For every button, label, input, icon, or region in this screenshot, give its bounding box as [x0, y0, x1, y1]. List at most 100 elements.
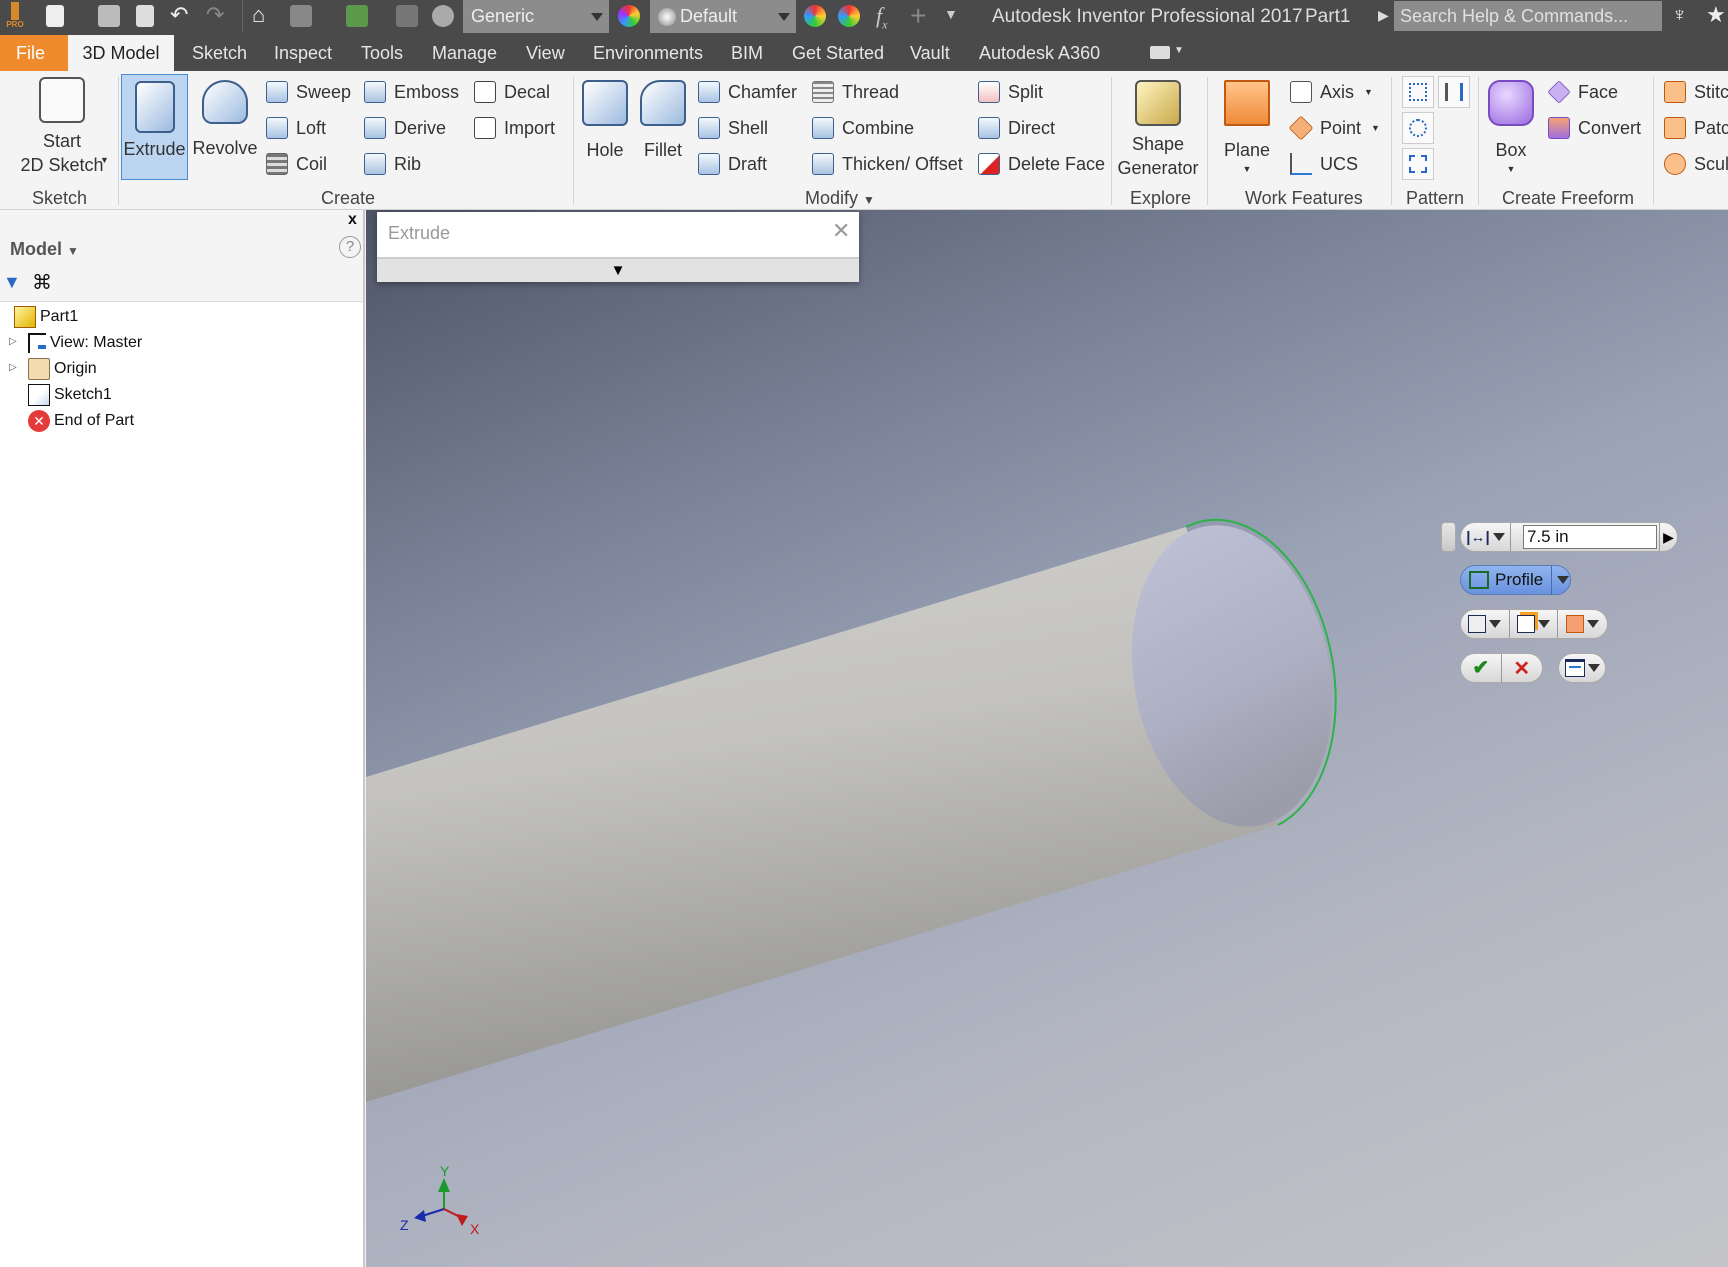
- chamfer-button[interactable]: Chamfer: [698, 77, 797, 107]
- import-button[interactable]: Import: [474, 113, 555, 143]
- tab-view[interactable]: View: [518, 35, 573, 71]
- material-combo[interactable]: Generic: [463, 0, 609, 33]
- parameters-icon[interactable]: fx: [876, 3, 887, 32]
- undo-icon[interactable]: ↶: [170, 2, 188, 28]
- cylinder-model[interactable]: [366, 210, 1728, 1267]
- point-button[interactable]: Point ▼: [1288, 113, 1380, 143]
- patch-button[interactable]: Patc: [1664, 113, 1728, 143]
- tree-item-view-master[interactable]: View: Master: [28, 331, 142, 355]
- communication-icon[interactable]: ♆: [1672, 4, 1687, 27]
- revolve-button[interactable]: Revolve: [192, 74, 258, 160]
- stitch-button[interactable]: Stitc: [1664, 77, 1728, 107]
- extrude-button[interactable]: Extrude: [121, 74, 188, 180]
- coil-button[interactable]: Coil: [266, 149, 327, 179]
- tab-manage[interactable]: Manage: [424, 35, 505, 71]
- rib-button[interactable]: Rib: [364, 149, 421, 179]
- tree-item-sketch1[interactable]: Sketch1: [28, 383, 112, 407]
- rectangular-pattern-button[interactable]: [1402, 76, 1434, 108]
- direction-dropdown[interactable]: [1558, 610, 1607, 638]
- tab-inspect[interactable]: Inspect: [266, 35, 340, 71]
- sculpt-button[interactable]: Scul: [1664, 149, 1728, 179]
- cancel-button[interactable]: ✕: [1502, 656, 1543, 681]
- expand-arrow-icon[interactable]: ▶: [1378, 7, 1389, 24]
- box-button[interactable]: Box ▼: [1484, 74, 1538, 176]
- minitoolbar-grip[interactable]: [1441, 522, 1456, 552]
- tab-file[interactable]: File: [0, 35, 68, 71]
- update-icon[interactable]: [290, 5, 312, 27]
- tab-3d-model[interactable]: 3D Model: [68, 35, 174, 71]
- new-icon[interactable]: [46, 5, 64, 27]
- thicken-offset-button[interactable]: Thicken/ Offset: [812, 149, 963, 179]
- measure-icon[interactable]: [396, 5, 418, 27]
- fillet-button[interactable]: Fillet: [638, 74, 688, 162]
- ucs-button[interactable]: UCS: [1290, 149, 1358, 179]
- tab-sketch[interactable]: Sketch: [184, 35, 255, 71]
- close-icon[interactable]: ✕: [832, 218, 850, 244]
- direct-button[interactable]: Direct: [978, 113, 1055, 143]
- redo-icon[interactable]: ↷: [206, 2, 224, 28]
- distance-apply-arrow-icon[interactable]: ▶: [1659, 523, 1677, 551]
- select-icon[interactable]: [346, 5, 368, 27]
- output-solid-dropdown[interactable]: [1461, 610, 1510, 638]
- thread-button[interactable]: Thread: [812, 77, 899, 107]
- tab-tools[interactable]: Tools: [353, 35, 411, 71]
- home-icon[interactable]: ⌂: [252, 2, 265, 28]
- new-solid-dropdown[interactable]: [1510, 610, 1559, 638]
- help-icon[interactable]: ?: [339, 236, 361, 258]
- loft-button[interactable]: Loft: [266, 113, 326, 143]
- dialog-options-dropdown[interactable]: [1558, 653, 1606, 683]
- distance-input[interactable]: 7.5 in: [1523, 525, 1657, 549]
- emboss-button[interactable]: Emboss: [364, 77, 459, 107]
- start-2d-sketch-button[interactable]: Start 2D Sketch: [14, 71, 110, 177]
- shell-button[interactable]: Shell: [698, 113, 768, 143]
- filter-icon[interactable]: ▼: [3, 272, 21, 293]
- hole-button[interactable]: Hole: [580, 74, 630, 162]
- search-input[interactable]: Search Help & Commands...: [1394, 1, 1662, 31]
- distance-type-dropdown[interactable]: |↔|: [1461, 523, 1511, 551]
- color-wheel-icon[interactable]: [618, 5, 640, 27]
- open-icon[interactable]: [98, 5, 120, 27]
- ribbon-minimize-icon[interactable]: [1150, 46, 1170, 59]
- tab-environments[interactable]: Environments: [585, 35, 711, 71]
- customize-qat-icon[interactable]: ▼: [944, 6, 958, 22]
- plane-button[interactable]: Plane ▼: [1218, 74, 1276, 176]
- convert-button[interactable]: Convert: [1548, 113, 1641, 143]
- face-button[interactable]: Face: [1547, 77, 1618, 107]
- adjust-appearance-icon[interactable]: [804, 5, 826, 27]
- derive-button[interactable]: Derive: [364, 113, 446, 143]
- browser-title-dropdown[interactable]: Model ▼: [10, 239, 79, 260]
- sweep-button[interactable]: Sweep: [266, 77, 351, 107]
- sketch-driven-pattern-button[interactable]: [1402, 148, 1434, 180]
- expand-view-icon[interactable]: ▷: [9, 336, 17, 347]
- shape-generator-button[interactable]: Shape Generator: [1114, 74, 1202, 180]
- clear-appearance-icon[interactable]: [838, 5, 860, 27]
- appearance-combo[interactable]: Default: [650, 0, 796, 33]
- mirror-button[interactable]: [1438, 76, 1470, 108]
- close-browser-icon[interactable]: x: [348, 211, 357, 229]
- modify-expand-icon[interactable]: ▼: [863, 193, 875, 207]
- tree-item-part1[interactable]: Part1: [14, 305, 78, 329]
- split-button[interactable]: Split: [978, 77, 1043, 107]
- tab-get-started[interactable]: Get Started: [784, 35, 892, 71]
- delete-face-button[interactable]: Delete Face: [978, 149, 1105, 179]
- save-icon[interactable]: [136, 5, 154, 27]
- combine-button[interactable]: Combine: [812, 113, 914, 143]
- tree-item-end-of-part[interactable]: ✕ End of Part: [28, 409, 134, 433]
- plus-icon[interactable]: +: [910, 0, 926, 32]
- ok-button[interactable]: ✔: [1461, 654, 1502, 682]
- inventor-logo[interactable]: PRO: [4, 2, 26, 32]
- decal-button[interactable]: Decal: [474, 77, 550, 107]
- panel-label-modify[interactable]: Modify ▼: [805, 188, 875, 209]
- expand-dialog-button[interactable]: ▼: [377, 257, 859, 282]
- find-binoculars-icon[interactable]: ⌘: [32, 270, 52, 295]
- profile-dropdown[interactable]: [1551, 566, 1570, 594]
- tab-autodesk-a360[interactable]: Autodesk A360: [971, 35, 1108, 71]
- expand-origin-icon[interactable]: ▷: [9, 362, 17, 373]
- circular-pattern-button[interactable]: [1402, 112, 1434, 144]
- graphics-viewport[interactable]: Extrude ✕ ▼ |↔| 7.5 in ▶ Profile ✔ ✕ Y Z…: [366, 210, 1728, 1267]
- profile-selector[interactable]: Profile: [1460, 565, 1571, 595]
- ribbon-options-icon[interactable]: ▼: [1174, 45, 1184, 56]
- tab-vault[interactable]: Vault: [902, 35, 958, 71]
- tab-bim[interactable]: BIM: [723, 35, 771, 71]
- material-icon[interactable]: [432, 5, 454, 27]
